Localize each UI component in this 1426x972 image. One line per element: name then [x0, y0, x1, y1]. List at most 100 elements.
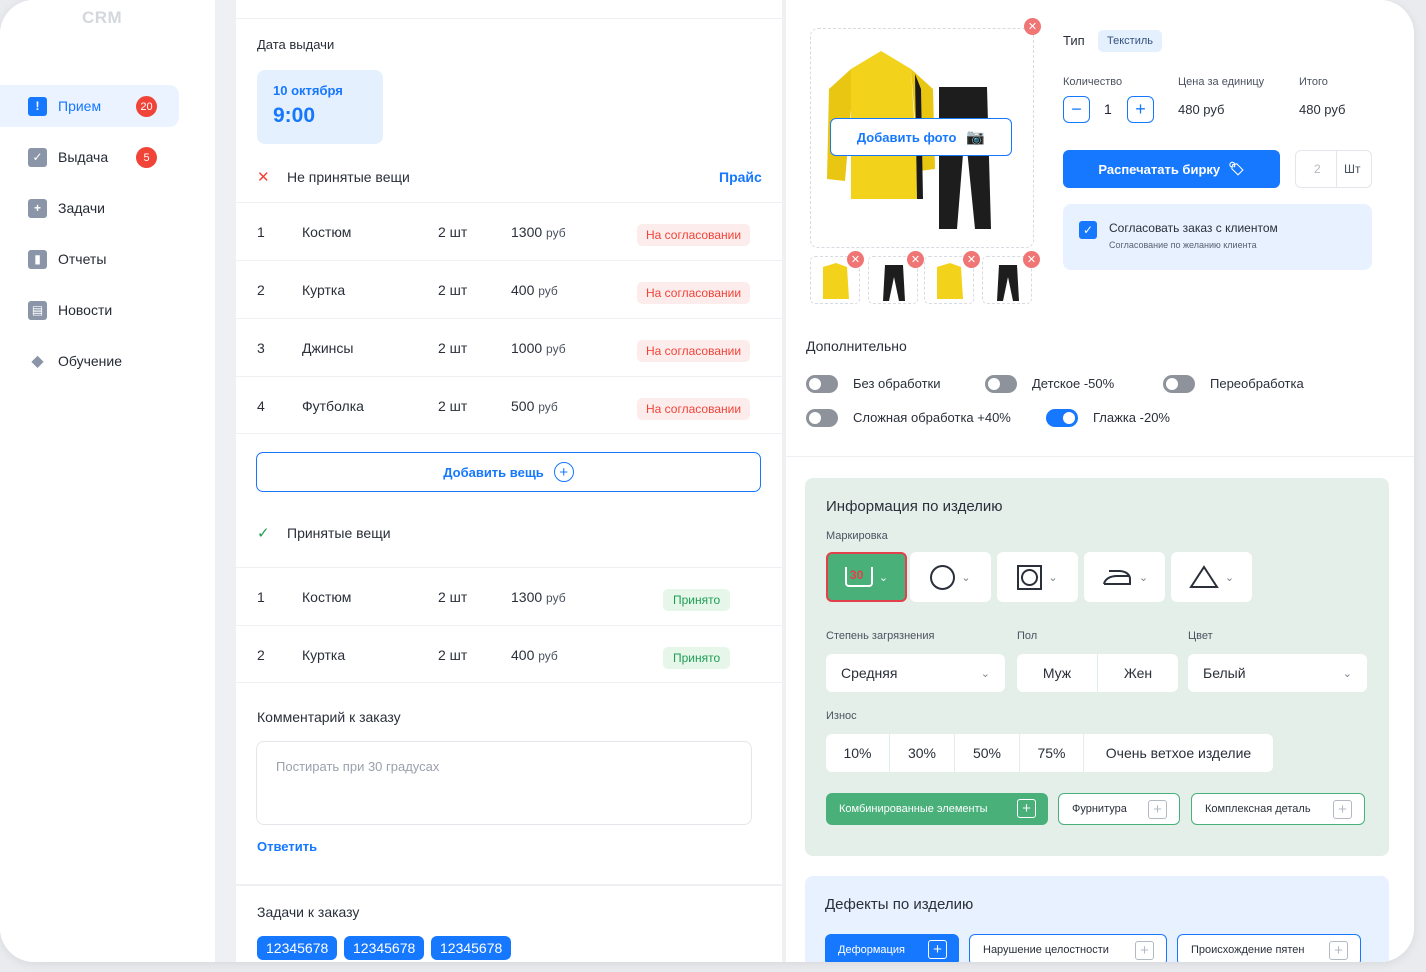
gender-option-female[interactable]: Жен [1098, 654, 1178, 692]
toggle-label: Переобработка [1210, 376, 1304, 391]
item-price: 1300 руб [511, 589, 566, 605]
add-item-label: Добавить вещь [443, 464, 544, 480]
row-number: 4 [257, 398, 265, 414]
toggle-no-processing[interactable] [806, 375, 838, 393]
table-row[interactable]: 4 Футболка 2 шт 500 руб На согласовании [236, 376, 782, 434]
tag-count-input[interactable]: 2 Шт [1295, 150, 1372, 188]
camera-plus-icon: 📷 [966, 129, 986, 146]
stains-origin-button[interactable]: Происхождение пятен + [1177, 934, 1361, 962]
sidebar-item-zadachi[interactable]: + Задачи [0, 187, 179, 229]
order-panel: Дата выдачи 10 октября 9:00 ✕ Не приняты… [236, 0, 782, 962]
wear-option[interactable]: 50% [955, 734, 1019, 772]
status-badge: Принято [663, 589, 731, 611]
app-logo: CRM [82, 8, 123, 27]
remove-thumb-icon[interactable]: ✕ [1023, 251, 1040, 268]
gender-option-male[interactable]: Муж [1017, 654, 1097, 692]
agree-with-client[interactable]: ✓ Согласовать заказ с клиентом Согласова… [1063, 204, 1372, 270]
dirt-label: Степень загрязнения [826, 630, 935, 642]
qty-decrement-button[interactable]: − [1063, 96, 1090, 123]
toggle-kids[interactable] [985, 375, 1017, 393]
deformation-button[interactable]: Деформация + [825, 934, 959, 962]
row-number: 2 [257, 282, 265, 298]
row-number: 1 [257, 224, 265, 240]
plus-square-icon: + [1148, 800, 1167, 819]
wash-temp-select[interactable]: 30 ⌄ [826, 552, 907, 602]
chevron-down-icon: ⌄ [1138, 571, 1149, 584]
dry-clean-select[interactable]: ⌄ [910, 552, 991, 602]
color-select[interactable]: Белый ⌄ [1188, 654, 1367, 692]
button-label: Нарушение целостности [983, 944, 1109, 956]
agree-checkbox[interactable]: ✓ [1079, 221, 1097, 239]
sidebar-item-vydacha[interactable]: ✓ Выдача 5 [0, 136, 179, 178]
integrity-button[interactable]: Нарушение целостности + [969, 934, 1167, 962]
sidebar-item-priem[interactable]: ! Прием 20 [0, 85, 179, 127]
remove-photo-icon[interactable]: ✕ [1024, 18, 1041, 35]
column-gutter [215, 0, 236, 962]
toggle-complex[interactable] [806, 409, 838, 427]
qty-label: Количество [1063, 76, 1123, 88]
tumble-dry-select[interactable]: ⌄ [997, 552, 1078, 602]
reply-link[interactable]: Ответить [257, 839, 317, 854]
task-chip[interactable]: 12345678 [257, 936, 338, 960]
comment-textarea[interactable]: Постирать при 30 градусах [256, 741, 752, 825]
wear-option[interactable]: 10% [826, 734, 889, 772]
row-number: 1 [257, 589, 265, 605]
sidebar: CRM ! Прием 20 ✓ Выдача 5 + Задачи ▮ Отч… [0, 0, 215, 962]
bleach-select[interactable]: ⌄ [1171, 552, 1252, 602]
color-label: Цвет [1188, 630, 1213, 642]
complex-part-button[interactable]: Комплексная деталь + [1191, 793, 1365, 825]
ironing-select[interactable]: ⌄ [1084, 552, 1165, 602]
remove-thumb-icon[interactable]: ✕ [907, 251, 924, 268]
type-label: Тип [1063, 33, 1085, 48]
agree-subtitle: Согласование по желанию клиента [1109, 240, 1257, 250]
add-photo-label: Добавить фото [856, 129, 957, 145]
status-badge: На согласовании [637, 340, 751, 362]
type-chip[interactable]: Текстиль [1098, 30, 1162, 52]
item-price: 400 руб [511, 647, 558, 663]
table-row[interactable]: 2 Куртка 2 шт 400 руб Принято [236, 625, 782, 683]
tag-count-unit: Шт [1344, 162, 1361, 176]
price-link[interactable]: Прайс [719, 169, 762, 185]
sidebar-item-label: Новости [58, 302, 113, 318]
hardware-button[interactable]: Фурнитура + [1058, 793, 1180, 825]
dirt-select[interactable]: Средняя ⌄ [826, 654, 1005, 692]
sidebar-item-obuchenie[interactable]: ◆ Обучение [0, 340, 179, 382]
bar-chart-icon: ▮ [28, 249, 47, 269]
task-chip[interactable]: 12345678 [344, 936, 425, 960]
table-row[interactable]: 1 Костюм 2 шт 1300 руб На согласовании [236, 202, 782, 260]
item-qty: 2 шт [438, 647, 468, 663]
sidebar-item-otchety[interactable]: ▮ Отчеты [0, 238, 179, 280]
wear-option[interactable]: Очень ветхое изделие [1084, 734, 1273, 772]
item-panel: ✕ Добавить фото 📷 ✕ ✕ ✕ ✕ Тип Текстиль К… [786, 0, 1414, 962]
table-row[interactable]: 3 Джинсы 2 шт 1000 руб На согласовании [236, 318, 782, 376]
remove-thumb-icon[interactable]: ✕ [963, 251, 980, 268]
count-badge: 20 [136, 96, 157, 117]
chevron-down-icon: ⌄ [980, 667, 990, 680]
remove-thumb-icon[interactable]: ✕ [847, 251, 864, 268]
sidebar-item-label: Задачи [58, 200, 106, 216]
gender-label: Пол [1017, 630, 1038, 642]
divider [236, 18, 782, 19]
table-row[interactable]: 1 Костюм 2 шт 1300 руб Принято [236, 567, 782, 625]
toggle-reprocessing[interactable] [1163, 375, 1195, 393]
check-icon: ✓ [257, 525, 270, 542]
qty-value: 1 [1104, 101, 1112, 117]
task-chip[interactable]: 12345678 [431, 936, 512, 960]
circle-icon [930, 564, 956, 590]
info-title: Информация по изделию [826, 498, 1003, 515]
tag-icon: 🏷 [1228, 161, 1245, 176]
add-photo-button[interactable]: Добавить фото 📷 [830, 118, 1012, 156]
chevron-down-icon: ⌄ [961, 571, 971, 584]
issue-date-label: Дата выдачи [257, 37, 335, 52]
print-tag-button[interactable]: Распечатать бирку 🏷 [1063, 150, 1280, 188]
wear-option[interactable]: 30% [890, 734, 954, 772]
toggle-ironing[interactable] [1046, 409, 1078, 427]
qty-increment-button[interactable]: + [1127, 96, 1154, 123]
add-item-button[interactable]: Добавить вещь + [256, 452, 761, 492]
wear-option[interactable]: 75% [1020, 734, 1083, 772]
table-row[interactable]: 2 Куртка 2 шт 400 руб На согласовании [236, 260, 782, 318]
sidebar-item-novosti[interactable]: ▤ Новости [0, 289, 179, 331]
item-qty: 2 шт [438, 340, 468, 356]
combined-elements-button[interactable]: Комбинированные элементы + [826, 793, 1048, 825]
issue-date-card[interactable]: 10 октября 9:00 [257, 70, 383, 144]
